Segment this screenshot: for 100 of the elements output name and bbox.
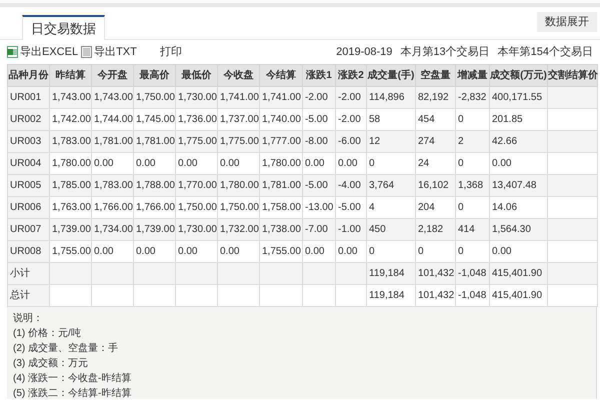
table-cell: 1,777.00 [260,130,302,152]
table-cell: 1,783.00 [92,174,134,196]
table-cell: 1,780.00 [218,174,260,196]
table-cell: 3,764 [366,174,416,196]
table-cell: 0.00 [92,240,134,262]
document-icon [81,46,92,58]
table-cell: 454 [416,108,456,130]
toolbar-button[interactable]: 打印 [160,44,182,60]
table-cell: 1,745.00 [134,108,176,130]
table-cell: 1,770.00 [176,174,218,196]
toolbar-button[interactable]: 导出EXCEL [7,44,78,60]
spreadsheet-icon [7,46,18,58]
table-cell: 274 [416,130,456,152]
table-cell: UR004 [8,152,50,174]
table-cell: 415,401.90 [490,284,548,306]
table-cell: 1,368 [456,174,490,196]
note-line: (4) 涨跌一：今收盘-昨结算 [13,372,132,386]
toolbar-button[interactable]: 导出TXT [81,44,137,60]
table-cell: 1,750.00 [218,196,260,218]
table-cell: 0 [416,240,456,262]
table-cell: 58 [366,108,416,130]
info-text: 本年第154个交易日 [498,44,593,60]
table-cell: 1,736.00 [176,108,218,130]
table-cell: 12 [366,130,416,152]
table-cell: 0.00 [92,152,134,174]
table-cell: 1,739.00 [50,218,92,240]
table-cell: 1,788.00 [134,174,176,196]
table-cell: 1,781.00 [92,130,134,152]
table-cell: 1,775.00 [176,130,218,152]
table-cell: 1,730.00 [176,86,218,108]
table-cell: 0.00 [336,240,366,262]
table-cell: -7.00 [302,218,336,240]
table-cell: 0.00 [490,152,548,174]
table-cell: UR003 [8,130,50,152]
table-cell: 小计 [8,262,50,284]
column-header: 交割结算价 [548,64,598,86]
table-cell: 1,785.00 [50,174,92,196]
note-line: (5) 涨跌二：今结算-昨结算 [13,386,132,400]
table-cell: 2 [456,130,490,152]
table-cell: 0 [366,152,416,174]
table-cell: 119,184 [366,262,416,284]
table-cell: 1,742.00 [50,108,92,130]
table-cell: 1,755.00 [260,240,302,262]
table-cell: UR008 [8,240,50,262]
table-cell: 1,758.00 [260,196,302,218]
table-cell: -1,048 [456,284,490,306]
column-header: 成交量(手) [366,64,416,86]
table-cell: 1,741.00 [218,86,260,108]
expand-button[interactable]: 数据展开 [537,12,597,32]
table-cell: -8.00 [302,130,336,152]
table-cell: 0.00 [302,240,336,262]
column-header: 今结算 [260,64,302,86]
table-cell: -1.00 [336,218,366,240]
table-cell: -13.00 [302,196,336,218]
table-cell: 0 [456,240,490,262]
table-cell: UR005 [8,174,50,196]
column-header: 今收盘 [218,64,260,86]
column-header: 品种月份 [8,64,50,86]
table-cell: 0 [366,240,416,262]
table-cell: 414 [456,218,490,240]
table-cell: 16,102 [416,174,456,196]
table-cell: 1,739.00 [134,218,176,240]
column-header: 成交额(万元) [490,64,548,86]
notes-title: 说明： [13,312,44,326]
table-cell: 1,763.00 [50,196,92,218]
table-cell: 0.00 [336,152,366,174]
info-text: 本月第13个交易日 [400,44,490,60]
table-cell: -2.00 [336,108,366,130]
table-cell: UR006 [8,196,50,218]
table-cell: 1,780.00 [260,152,302,174]
table-cell: 0 [456,196,490,218]
table-cell: 1,781.00 [134,130,176,152]
table-cell: 114,896 [366,86,416,108]
table-cell: 101,432 [416,284,456,306]
table-cell: -5.00 [336,196,366,218]
table-cell: UR001 [8,86,50,108]
tab[interactable]: 日交易数据 [22,15,105,40]
table-cell: 总计 [8,284,50,306]
table-cell: -2,832 [456,86,490,108]
note-line: (1) 价格：元/吨 [13,326,82,341]
table-cell: 1,766.00 [92,196,134,218]
note-line: (3) 成交额：万元 [13,356,89,371]
table-cell: -5.00 [302,174,336,196]
table-cell: 101,432 [416,262,456,284]
table-cell: 1,741.00 [260,86,302,108]
table-cell: 415,401.90 [490,262,548,284]
table-cell: 0.00 [134,240,176,262]
table-cell: -5.00 [302,108,336,130]
table-cell: 204 [416,196,456,218]
table-cell: UR002 [8,108,50,130]
table-cell: 1,780.00 [50,152,92,174]
table-cell: 82,192 [416,86,456,108]
table-cell: 1,775.00 [218,130,260,152]
table-cell: 0.00 [218,152,260,174]
table-cell: 4 [366,196,416,218]
table-cell: 1,730.00 [176,218,218,240]
table-cell: 0.00 [218,240,260,262]
column-header: 涨跌1 [302,64,336,86]
table-cell: 0.00 [176,152,218,174]
table-cell: 1,750.00 [134,86,176,108]
